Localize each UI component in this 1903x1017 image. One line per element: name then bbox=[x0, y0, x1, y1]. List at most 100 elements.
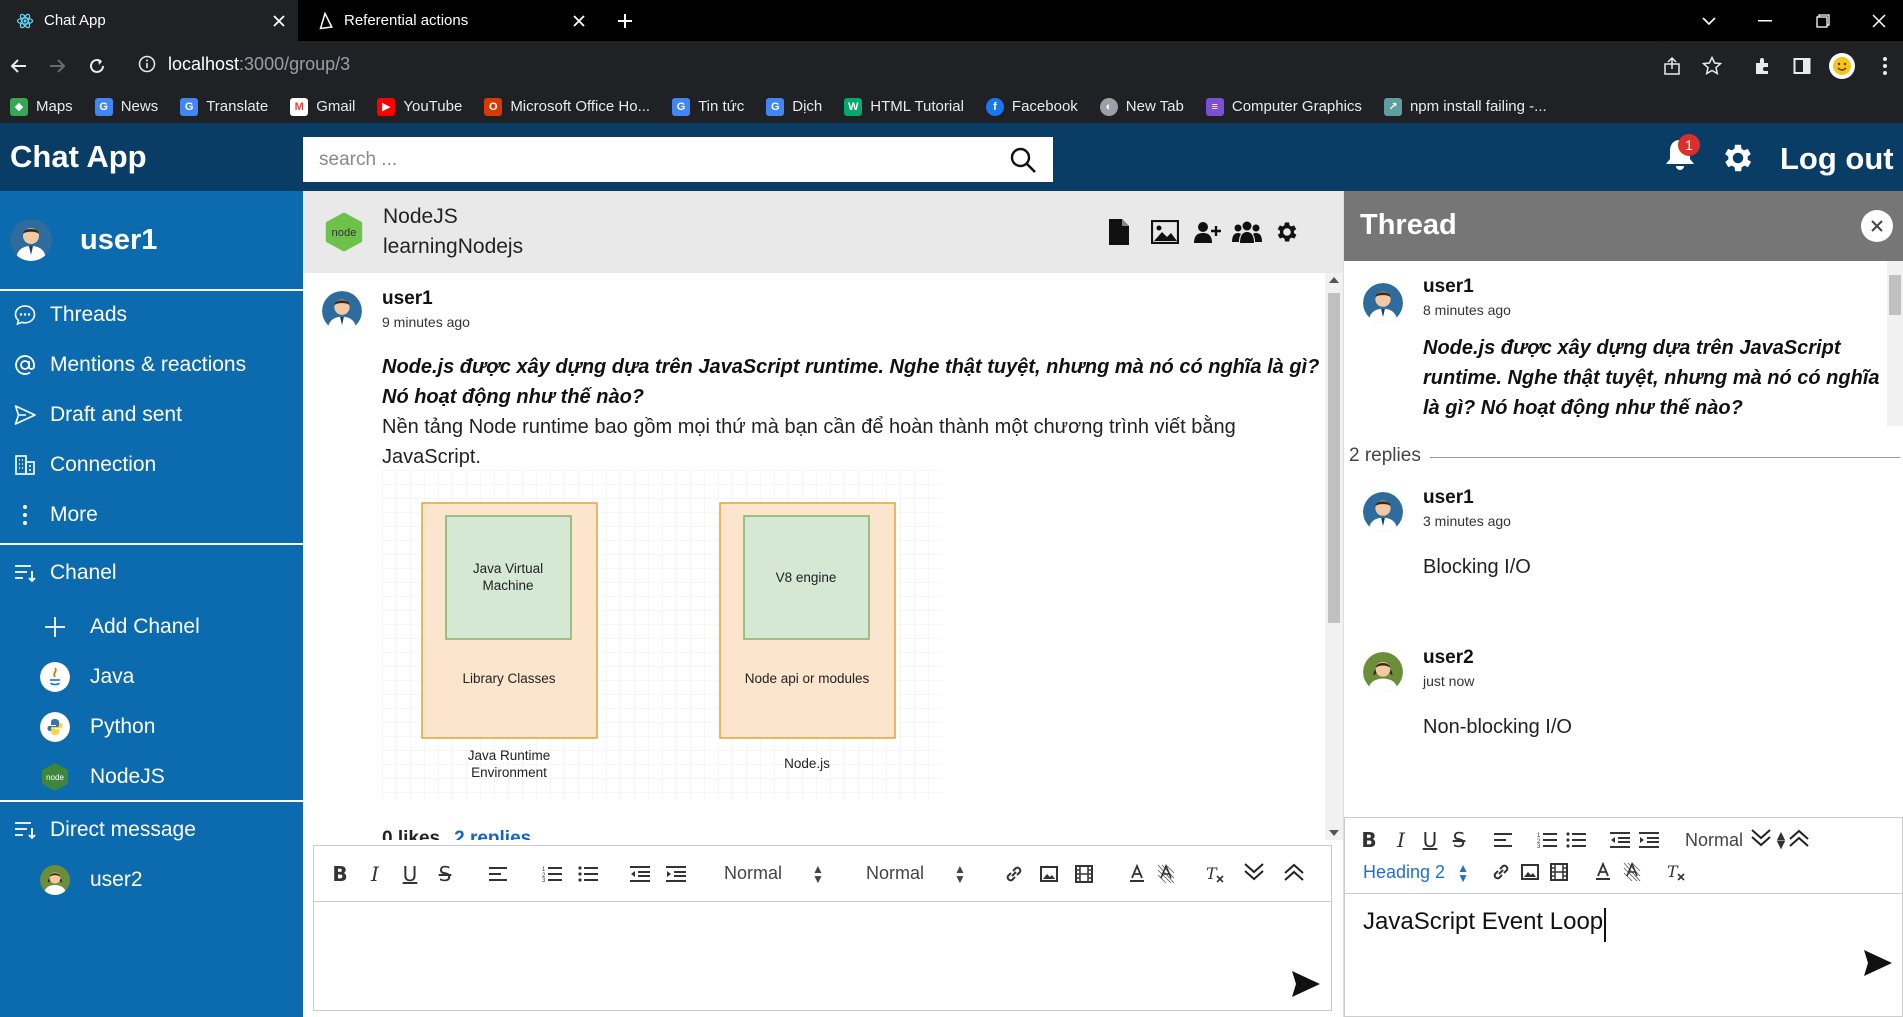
heading-select[interactable]: Heading 2 ▲ ▼ bbox=[1363, 862, 1469, 884]
bullet-list-icon[interactable] bbox=[1562, 826, 1590, 854]
outdent-icon[interactable] bbox=[626, 860, 654, 888]
close-window-icon[interactable] bbox=[1864, 6, 1894, 36]
likes-count[interactable]: 0 likes bbox=[382, 828, 440, 840]
send-button[interactable] bbox=[1863, 949, 1897, 983]
message-avatar[interactable] bbox=[1363, 283, 1403, 323]
bookmark-office[interactable]: O Microsoft Office Ho... bbox=[484, 97, 650, 116]
close-tab-icon[interactable] bbox=[568, 10, 590, 32]
indent-icon[interactable] bbox=[662, 860, 690, 888]
search-input[interactable] bbox=[303, 137, 1001, 182]
sidebar-dm-header[interactable]: Direct message bbox=[0, 808, 303, 852]
thread-reply-input[interactable]: JavaScript Event Loop bbox=[1363, 908, 1607, 942]
bookmark-computer-graphics[interactable]: ≡ Computer Graphics bbox=[1205, 97, 1362, 116]
browser-menu-icon[interactable] bbox=[1870, 51, 1900, 81]
message-avatar[interactable] bbox=[322, 291, 362, 331]
scrollbar-thumb[interactable] bbox=[1328, 293, 1340, 623]
indent-icon[interactable] bbox=[1635, 826, 1663, 854]
address-bar[interactable]: localhost:3000/group/3 bbox=[128, 46, 1678, 83]
scrollbar-thumb[interactable] bbox=[1889, 275, 1901, 315]
close-tab-icon[interactable] bbox=[268, 10, 290, 32]
insert-video-icon[interactable] bbox=[1545, 858, 1573, 886]
font-select[interactable]: Normal ▲ ▼ bbox=[866, 863, 966, 885]
profile-avatar-icon[interactable] bbox=[1827, 51, 1857, 81]
align-left-icon[interactable] bbox=[1489, 826, 1517, 854]
reply-username[interactable]: user1 bbox=[1423, 487, 1474, 509]
bookmark-youtube[interactable]: ▶ YouTube bbox=[377, 97, 462, 116]
clear-format-icon[interactable]: T bbox=[1201, 860, 1229, 888]
sidebar-dm-user2[interactable]: user2 bbox=[0, 858, 303, 902]
sidebar-channel-java[interactable]: Java bbox=[0, 655, 303, 699]
reply-avatar[interactable] bbox=[1363, 492, 1403, 532]
bookmark-npm-install[interactable]: ↗ npm install failing -... bbox=[1383, 97, 1547, 116]
bookmark-gmail[interactable]: M Gmail bbox=[290, 97, 355, 116]
bookmark-news[interactable]: G News bbox=[94, 97, 158, 116]
bookmark-dich[interactable]: G Dịch bbox=[766, 97, 822, 116]
image-icon[interactable] bbox=[1149, 217, 1181, 247]
channel-settings-icon[interactable] bbox=[1271, 217, 1303, 247]
extensions-icon[interactable] bbox=[1747, 51, 1777, 81]
user-avatar[interactable] bbox=[10, 219, 52, 261]
ordered-list-icon[interactable]: 123 bbox=[538, 860, 566, 888]
add-user-icon[interactable] bbox=[1191, 217, 1223, 247]
underline-button[interactable]: U bbox=[1416, 826, 1444, 854]
background-color-icon[interactable] bbox=[1618, 858, 1646, 886]
reload-icon[interactable] bbox=[82, 51, 112, 81]
back-icon[interactable] bbox=[4, 51, 34, 81]
file-icon[interactable] bbox=[1103, 217, 1135, 247]
logout-button[interactable]: Log out bbox=[1780, 141, 1894, 177]
close-icon[interactable] bbox=[1861, 210, 1893, 242]
browser-tab-referential-actions[interactable]: Referential actions bbox=[300, 0, 598, 41]
message-username[interactable]: user1 bbox=[382, 288, 433, 310]
size-select[interactable]: Normal bbox=[1685, 830, 1743, 851]
ordered-list-icon[interactable]: 123 bbox=[1533, 826, 1561, 854]
message-image-diagram[interactable]: Java Virtual Machine Library Classes Jav… bbox=[382, 470, 942, 800]
insert-image-icon[interactable] bbox=[1035, 860, 1063, 888]
italic-button[interactable]: I bbox=[361, 860, 389, 888]
outdent-icon[interactable] bbox=[1606, 826, 1634, 854]
search-icon[interactable] bbox=[1001, 138, 1045, 182]
collapse-down-icon[interactable] bbox=[1240, 858, 1268, 886]
bookmark-facebook[interactable]: f Facebook bbox=[985, 97, 1078, 116]
replies-link[interactable]: 2 replies bbox=[454, 828, 531, 840]
site-info-icon[interactable] bbox=[138, 55, 156, 73]
new-tab-icon[interactable] bbox=[612, 8, 638, 34]
sidebar-item-draft-sent[interactable]: Draft and sent bbox=[0, 393, 303, 437]
message-scrollbar[interactable] bbox=[1325, 273, 1343, 840]
strike-button[interactable]: S bbox=[1445, 826, 1473, 854]
bookmark-tin-tuc[interactable]: G Tin tức bbox=[672, 97, 744, 116]
forward-icon[interactable] bbox=[42, 51, 72, 81]
minimize-icon[interactable] bbox=[1750, 6, 1780, 36]
bookmark-maps[interactable]: ◆ Maps bbox=[10, 97, 73, 116]
message-list[interactable]: user1 9 minutes ago Node.js được xây dựn… bbox=[303, 273, 1343, 840]
sidebar-item-mentions[interactable]: Mentions & reactions bbox=[0, 343, 303, 387]
sidebar-item-threads[interactable]: Threads bbox=[0, 293, 303, 337]
bookmark-translate[interactable]: G Translate bbox=[180, 97, 268, 116]
align-left-icon[interactable] bbox=[484, 860, 512, 888]
sidebar-item-connection[interactable]: Connection bbox=[0, 443, 303, 487]
insert-video-icon[interactable] bbox=[1070, 860, 1098, 888]
side-panel-icon[interactable] bbox=[1787, 51, 1817, 81]
sidebar-channel-python[interactable]: Python bbox=[0, 705, 303, 749]
bookmark-html-tutorial[interactable]: W HTML Tutorial bbox=[844, 97, 964, 116]
reply-username[interactable]: user2 bbox=[1423, 647, 1474, 669]
send-button[interactable] bbox=[1291, 970, 1325, 1004]
bold-button[interactable]: B bbox=[1355, 826, 1383, 854]
message-input[interactable] bbox=[330, 916, 1230, 996]
settings-gear-icon[interactable] bbox=[1720, 140, 1756, 176]
sidebar-channel-header[interactable]: Chanel bbox=[0, 551, 303, 595]
group-icon[interactable] bbox=[1231, 217, 1263, 247]
tab-search-chevron-icon[interactable] bbox=[1694, 6, 1724, 36]
browser-tab-chat-app[interactable]: Chat App bbox=[0, 0, 298, 41]
link-icon[interactable] bbox=[1000, 860, 1028, 888]
expand-up-icon[interactable] bbox=[1280, 858, 1308, 886]
add-channel-button[interactable]: Add Chanel bbox=[0, 605, 303, 649]
bookmark-star-icon[interactable] bbox=[1697, 51, 1727, 81]
link-icon[interactable] bbox=[1487, 858, 1515, 886]
sidebar-channel-nodejs[interactable]: node NodeJS bbox=[0, 755, 303, 799]
strike-button[interactable]: S bbox=[431, 860, 459, 888]
background-color-icon[interactable] bbox=[1152, 860, 1180, 888]
underline-button[interactable]: U bbox=[396, 860, 424, 888]
bullet-list-icon[interactable] bbox=[574, 860, 602, 888]
expand-up-icon[interactable] bbox=[1785, 824, 1813, 852]
restore-icon[interactable] bbox=[1808, 6, 1838, 36]
